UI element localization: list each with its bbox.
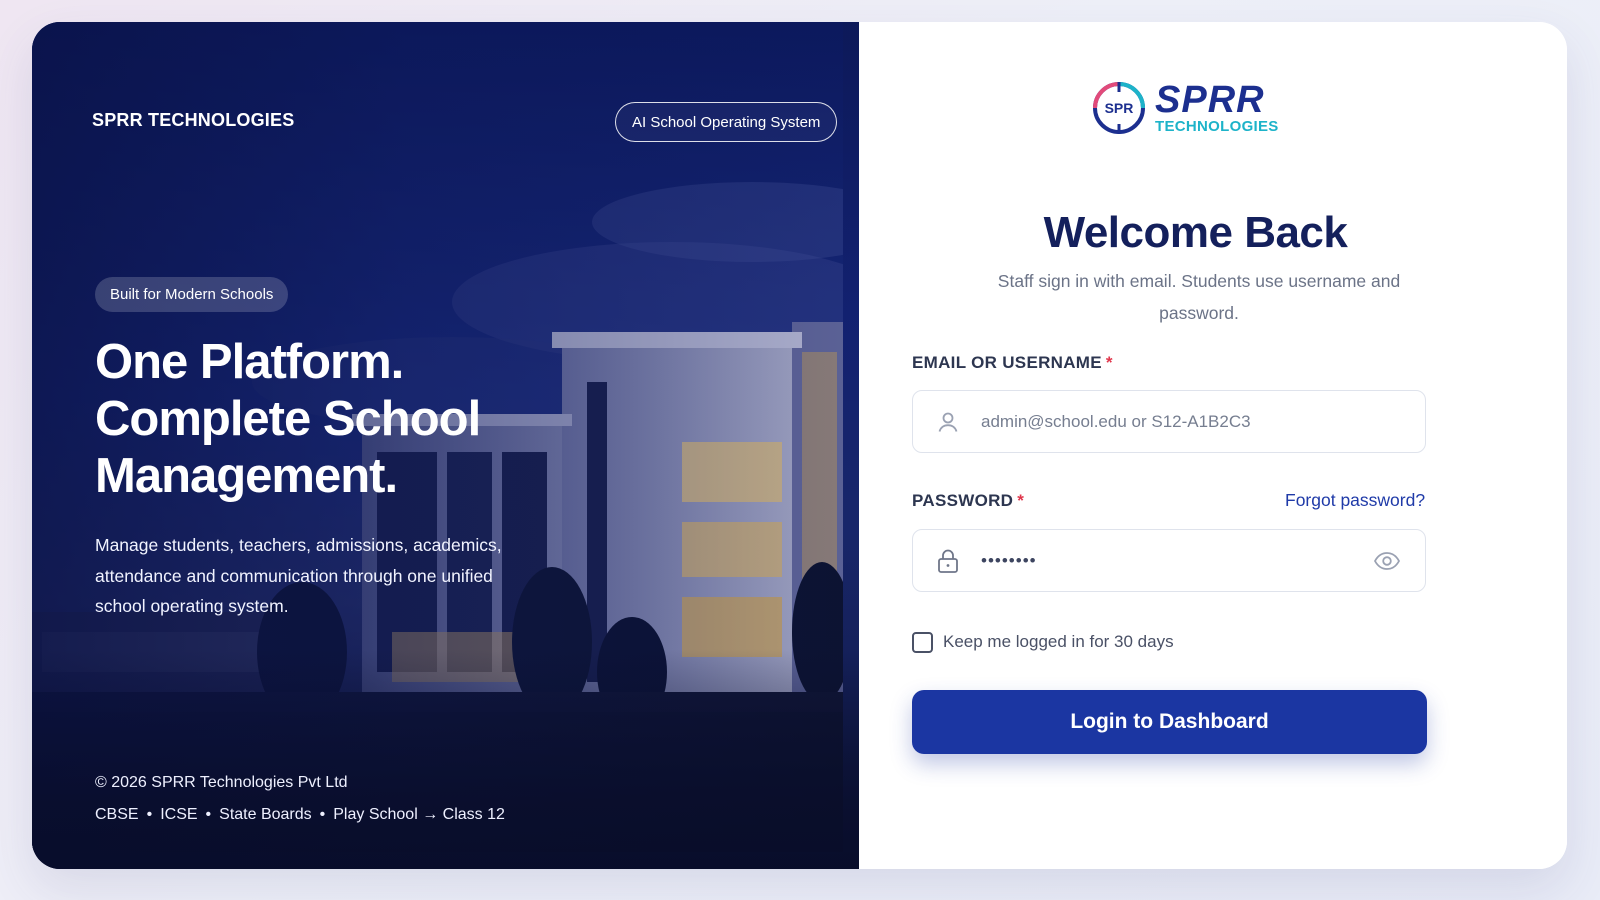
logo-sub: TECHNOLOGIES — [1155, 117, 1279, 135]
sprr-logo-icon: SPR — [1093, 82, 1145, 134]
forgot-password-link[interactable]: Forgot password? — [1285, 490, 1425, 511]
system-badge: AI School Operating System — [615, 102, 838, 142]
lock-icon — [935, 548, 961, 574]
email-label: EMAIL OR USERNAME * — [912, 353, 1113, 373]
email-label-text: EMAIL OR USERNAME — [912, 353, 1102, 372]
required-marker: * — [1017, 491, 1025, 510]
hero-bottom-fade — [32, 649, 859, 869]
page-subtitle: Staff sign in with email. Students use u… — [997, 271, 1401, 323]
board-separator: • — [205, 806, 212, 823]
headline-line-1: One Platform. — [95, 335, 404, 389]
password-field[interactable]: •••••••• — [912, 529, 1426, 592]
remember-checkbox[interactable] — [912, 632, 933, 653]
logo-word: SPRR — [1155, 78, 1265, 121]
email-field[interactable]: admin@school.edu or S12-A1B2C3 — [912, 390, 1426, 453]
page-title: Welcome Back — [1043, 208, 1348, 257]
user-icon — [935, 409, 961, 435]
tag-badge: Built for Modern Schools — [95, 277, 289, 312]
board-list: CBSE • ICSE • State Boards • Play School… — [95, 806, 505, 824]
remember-label[interactable]: Keep me logged in for 30 days — [943, 632, 1174, 652]
board-item: CBSE — [95, 806, 139, 823]
board-separator: • — [146, 806, 153, 823]
password-label-text: PASSWORD — [912, 491, 1014, 510]
copyright-text: © 2026 SPRR Technologies Pvt Ltd — [95, 774, 348, 791]
brand-name: SPRR TECHNOLOGIES — [92, 110, 295, 130]
hero-headline: One Platform. Complete School Management… — [95, 334, 595, 505]
logo-mark-text: SPR — [1105, 100, 1134, 116]
logo-wordmark: SPRR TECHNOLOGIES — [1155, 78, 1279, 135]
login-button[interactable]: Login to Dashboard — [912, 690, 1427, 754]
password-label: PASSWORD * — [912, 491, 1024, 511]
eye-icon[interactable] — [1373, 548, 1401, 579]
company-logo: SPR SPRR TECHNOLOGIES — [1091, 80, 1279, 136]
headline-line-2: Complete School — [95, 392, 481, 446]
email-placeholder: admin@school.edu or S12-A1B2C3 — [981, 411, 1251, 431]
board-item: Play School → Class 12 — [333, 806, 505, 823]
board-item: State Boards — [219, 806, 312, 823]
password-value: •••••••• — [981, 550, 1037, 570]
hero-panel: SPRR TECHNOLOGIES AI School Operating Sy… — [32, 22, 859, 869]
headline-line-3: Management. — [95, 449, 398, 503]
required-marker: * — [1105, 353, 1113, 372]
board-separator: • — [319, 806, 326, 823]
hero-description: Manage students, teachers, admissions, a… — [95, 535, 502, 616]
board-item: ICSE — [160, 806, 198, 823]
